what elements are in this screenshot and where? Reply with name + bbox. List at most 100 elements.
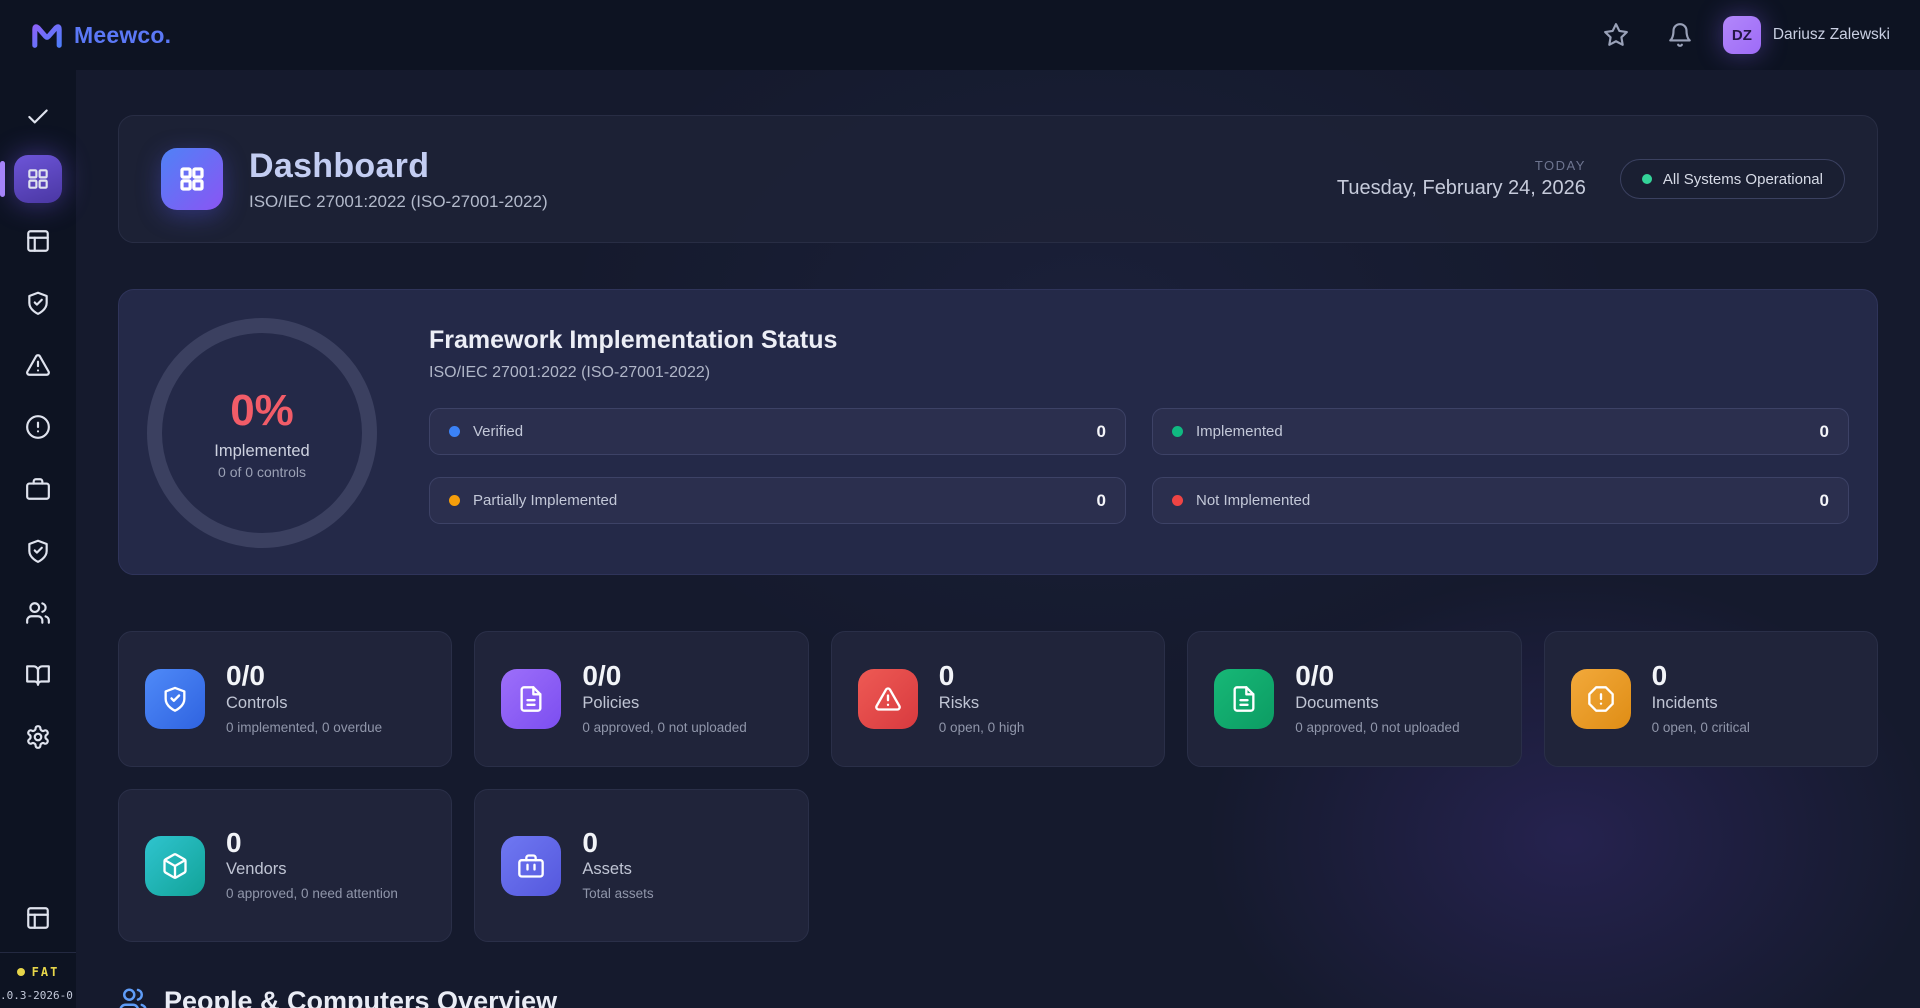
sidebar-item-bottom-tables[interactable]	[14, 894, 62, 942]
environment-dot-icon	[17, 968, 25, 976]
stat-label: Risks	[939, 694, 1025, 713]
system-status-badge: All Systems Operational	[1620, 159, 1845, 199]
sidebar-item-risks[interactable]	[14, 341, 62, 389]
date-label: TODAY	[1337, 158, 1586, 173]
page-title: Dashboard	[249, 147, 548, 186]
status-green-dot-icon	[1642, 174, 1652, 184]
stat-label: Assets	[582, 860, 653, 879]
sidebar-divider	[0, 952, 76, 953]
star-icon[interactable]	[1603, 22, 1629, 48]
sidebar-item-vendors[interactable]	[14, 527, 62, 575]
stat-sub: Total assets	[582, 885, 653, 903]
red-dot-icon	[1172, 495, 1183, 506]
stat-sub: 0 implemented, 0 overdue	[226, 719, 382, 737]
stat-card-documents[interactable]: 0/0 Documents 0 approved, 0 not uploaded	[1187, 631, 1521, 767]
stat-card-risks[interactable]: 0 Risks 0 open, 0 high	[831, 631, 1165, 767]
status-row-not-implemented: Not Implemented 0	[1152, 477, 1849, 524]
status-label: Verified	[473, 423, 523, 440]
stats-row-2: 0 Vendors 0 approved, 0 need attention 0…	[118, 789, 1878, 942]
sidebar-item-policies[interactable]	[14, 651, 62, 699]
sidebar-item-settings[interactable]	[14, 713, 62, 761]
status-value: 0	[1820, 491, 1829, 511]
circle-alert-icon	[25, 414, 51, 440]
framework-status-card: 0% Implemented 0 of 0 controls Framework…	[118, 289, 1878, 575]
orange-dot-icon	[449, 495, 460, 506]
top-bar: Meewco. DZ Dariusz Zalewski	[0, 0, 1920, 70]
users-icon	[118, 986, 148, 1008]
triangle-alert-icon	[858, 669, 918, 729]
status-row-verified: Verified 0	[429, 408, 1126, 455]
stat-value: 0/0	[226, 661, 382, 690]
shield-check-icon	[25, 290, 51, 316]
stat-sub: 0 open, 0 critical	[1652, 719, 1750, 737]
file-text-icon	[501, 669, 561, 729]
shield-check-icon	[145, 669, 205, 729]
sidebar-item-frameworks[interactable]	[14, 217, 62, 265]
people-computers-section-heading: People & Computers Overview	[118, 986, 1878, 1008]
section-title: People & Computers Overview	[164, 986, 557, 1008]
stat-card-policies[interactable]: 0/0 Policies 0 approved, 0 not uploaded	[474, 631, 808, 767]
stat-value: 0	[939, 661, 1025, 690]
briefcase-icon	[25, 476, 51, 502]
users-icon	[25, 600, 51, 626]
framework-card-subtitle: ISO/IEC 27001:2022 (ISO-27001-2022)	[429, 364, 1849, 382]
dashboard-grid-icon	[25, 166, 51, 192]
stat-label: Policies	[582, 694, 746, 713]
dashboard-grid-icon	[177, 164, 207, 194]
brand-logo[interactable]: Meewco.	[30, 20, 171, 50]
date-block: TODAY Tuesday, February 24, 2026	[1337, 158, 1586, 200]
status-value: 0	[1820, 422, 1829, 442]
dashboard-icon	[161, 148, 223, 210]
octagon-alert-icon	[1571, 669, 1631, 729]
stat-card-vendors[interactable]: 0 Vendors 0 approved, 0 need attention	[118, 789, 452, 942]
briefcase-icon	[501, 836, 561, 896]
environment-label: FAT	[32, 965, 60, 979]
stat-label: Vendors	[226, 860, 398, 879]
environment-badge: FAT	[17, 965, 60, 979]
status-grid: Verified 0 Implemented 0 Partially Imple…	[429, 408, 1849, 524]
date-value: Tuesday, February 24, 2026	[1337, 177, 1586, 200]
stat-card-controls[interactable]: 0/0 Controls 0 implemented, 0 overdue	[118, 631, 452, 767]
sidebar-item-controls[interactable]	[14, 279, 62, 327]
stats-row-1: 0/0 Controls 0 implemented, 0 overdue 0/…	[118, 631, 1878, 767]
dashboard-header-card: Dashboard ISO/IEC 27001:2022 (ISO-27001-…	[118, 115, 1878, 243]
file-text-icon	[1214, 669, 1274, 729]
meewco-m-icon	[30, 20, 64, 50]
stat-value: 0/0	[582, 661, 746, 690]
stat-card-incidents[interactable]: 0 Incidents 0 open, 0 critical	[1544, 631, 1878, 767]
page-subtitle: ISO/IEC 27001:2022 (ISO-27001-2022)	[249, 192, 548, 212]
book-open-icon	[25, 662, 51, 688]
version-text: .0.3-2026-0	[0, 989, 76, 1008]
table-panels-icon	[25, 228, 51, 254]
stat-label: Controls	[226, 694, 382, 713]
system-status-text: All Systems Operational	[1663, 171, 1823, 188]
avatar: DZ	[1723, 16, 1761, 54]
main-content: Dashboard ISO/IEC 27001:2022 (ISO-27001-…	[76, 70, 1920, 1008]
status-label: Implemented	[1196, 423, 1283, 440]
user-menu[interactable]: DZ Dariusz Zalewski	[1723, 16, 1890, 54]
status-row-partially-implemented: Partially Implemented 0	[429, 477, 1126, 524]
active-indicator	[0, 161, 5, 197]
sidebar-item-dashboard[interactable]	[14, 155, 62, 203]
user-name: Dariusz Zalewski	[1773, 26, 1890, 44]
sidebar: FAT .0.3-2026-0	[0, 70, 76, 1008]
table-panels-icon	[25, 905, 51, 931]
check-icon	[25, 104, 51, 130]
status-label: Not Implemented	[1196, 492, 1310, 509]
sidebar-item-tasks[interactable]	[14, 93, 62, 141]
stat-label: Documents	[1295, 694, 1459, 713]
stat-value: 0	[1652, 661, 1750, 690]
stat-card-assets[interactable]: 0 Assets Total assets	[474, 789, 808, 942]
stat-label: Incidents	[1652, 694, 1750, 713]
sidebar-item-assets[interactable]	[14, 465, 62, 513]
bell-icon[interactable]	[1667, 22, 1693, 48]
shield-check-icon	[25, 538, 51, 564]
sidebar-footer: FAT .0.3-2026-0	[0, 894, 76, 1008]
sidebar-item-people[interactable]	[14, 589, 62, 637]
stat-value: 0	[226, 828, 398, 857]
sidebar-item-incidents[interactable]	[14, 403, 62, 451]
status-label: Partially Implemented	[473, 492, 617, 509]
donut-sublabel: 0 of 0 controls	[218, 464, 306, 480]
donut-percent: 0%	[230, 386, 294, 436]
stat-sub: 0 approved, 0 not uploaded	[582, 719, 746, 737]
